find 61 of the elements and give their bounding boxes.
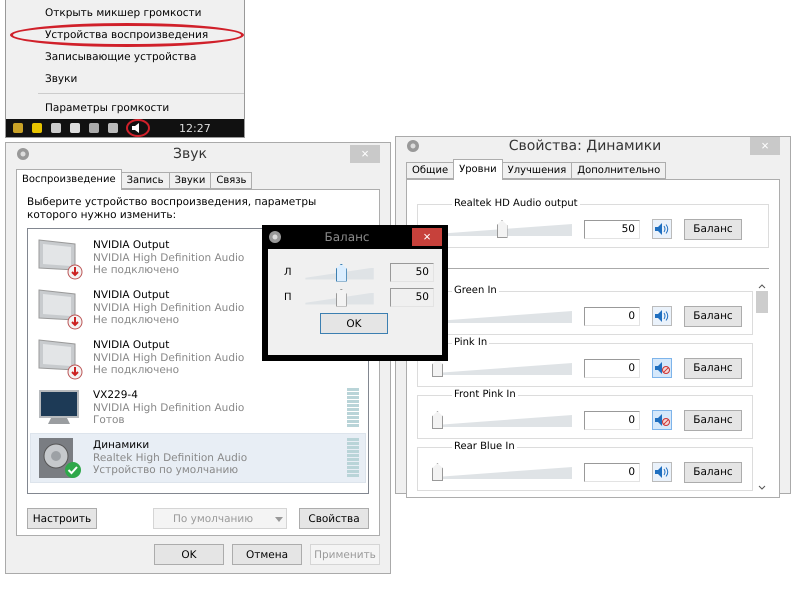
level-field[interactable]: 0: [584, 358, 640, 378]
device-item[interactable]: VX229-4 NVIDIA High Definition Audio Готов: [30, 383, 366, 433]
tab[interactable]: Звуки: [168, 172, 212, 189]
device-driver: Realtek High Definition Audio: [93, 452, 248, 464]
close-button[interactable]: ×: [412, 228, 442, 246]
balance-button[interactable]: Баланс: [684, 462, 742, 482]
level-field[interactable]: 0: [584, 462, 640, 482]
device-status: Устройство по умолчанию: [93, 464, 238, 477]
tab[interactable]: Запись: [120, 172, 170, 189]
tab[interactable]: Связь: [210, 172, 252, 189]
device-driver: NVIDIA High Definition Audio: [93, 402, 244, 414]
channel-label: Green In: [452, 285, 499, 296]
device-status: Не подключено: [93, 264, 180, 277]
menu-item[interactable]: Открыть микшер громкости: [38, 1, 244, 25]
device-item[interactable]: Динамики Realtek High Definition Audio Устройство по умолчанию: [30, 433, 366, 483]
device-status: Готов: [93, 414, 125, 427]
device-status: Не подключено: [93, 364, 180, 377]
properties-button[interactable]: Свойства: [299, 508, 369, 529]
level-field[interactable]: 50: [584, 220, 640, 238]
ok-button[interactable]: OK: [320, 313, 388, 334]
clock: 12:27: [179, 122, 211, 134]
balance-button[interactable]: Баланс: [684, 218, 742, 240]
menu-item[interactable]: Звуки: [38, 67, 244, 91]
dialog-button[interactable]: OK: [154, 544, 224, 565]
configure-button[interactable]: Настроить: [27, 508, 97, 529]
menu-item[interactable]: Параметры громкости: [38, 96, 244, 120]
device-name: Динамики: [93, 439, 150, 452]
tab[interactable]: Улучшения: [502, 162, 572, 179]
channel-label: Pink In: [452, 337, 490, 348]
balance-button[interactable]: Баланс: [684, 306, 742, 326]
channel-label: П: [284, 292, 293, 303]
balance-button[interactable]: Баланс: [684, 358, 742, 378]
tab[interactable]: Общие: [406, 162, 454, 179]
level-field[interactable]: 0: [584, 410, 640, 430]
device-driver: NVIDIA High Definition Audio: [93, 252, 244, 264]
dialog-title: Баланс: [324, 230, 370, 244]
instruction-text: Выберите устройство воспроизведения, параметры которого нужно изменить:: [27, 196, 318, 222]
device-name: NVIDIA Output: [93, 339, 170, 352]
menu-item[interactable]: Устройства воспроизведения: [10, 23, 244, 47]
tab[interactable]: Воспроизведение: [16, 169, 122, 190]
device-driver: NVIDIA High Definition Audio: [93, 352, 244, 364]
balance-button[interactable]: Баланс: [684, 410, 742, 430]
device-name: VX229-4: [93, 389, 138, 402]
device-name: NVIDIA Output: [93, 239, 170, 252]
dialog-button[interactable]: Отмена: [232, 544, 302, 565]
channel-label: Front Pink In: [452, 389, 518, 400]
tab[interactable]: Уровни: [453, 159, 503, 180]
device-driver: NVIDIA High Definition Audio: [93, 302, 244, 314]
device-status: Не подключено: [93, 314, 180, 327]
menu-item[interactable]: Записывающие устройства: [38, 45, 244, 69]
window-title: Свойства: Динамики: [508, 138, 662, 154]
level-field[interactable]: 0: [584, 306, 640, 326]
device-name: NVIDIA Output: [93, 289, 170, 302]
channel-label: Л: [284, 267, 293, 278]
tab[interactable]: Дополнительно: [571, 162, 666, 179]
device-item[interactable]: NVIDIA Output NVIDIA High Definition Audio Не подключено: [30, 333, 366, 383]
level-field[interactable]: 50: [390, 263, 434, 282]
window-title: Звук: [172, 146, 208, 162]
level-field[interactable]: 50: [390, 288, 434, 307]
channel-label: Rear Blue In: [452, 441, 517, 452]
channel-label: Realtek HD Audio output: [452, 198, 580, 209]
